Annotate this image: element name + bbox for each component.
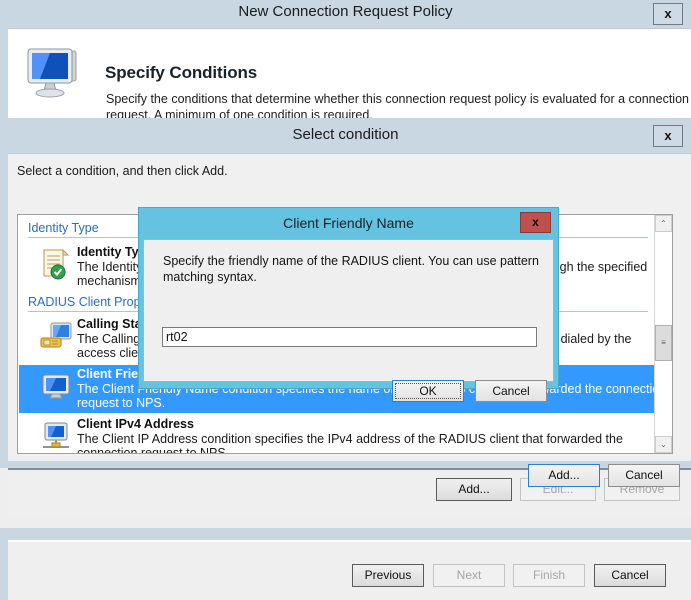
- scroll-down-arrow-icon[interactable]: ⌄: [655, 436, 672, 453]
- list-item[interactable]: Client IPv4 Address The Client IP Addres…: [19, 415, 657, 453]
- client-friendly-name-input[interactable]: [162, 327, 537, 347]
- conditions-add-button[interactable]: Add...: [436, 478, 512, 501]
- select-condition-prompt: Select a condition, and then click Add.: [17, 164, 228, 178]
- listbox-scrollbar[interactable]: ⌃ ≡ ⌄: [654, 215, 672, 453]
- cancel-button[interactable]: Cancel: [594, 564, 666, 587]
- wizard-close-button[interactable]: x: [653, 3, 683, 25]
- select-condition-titlebar: Select condition x: [0, 118, 691, 153]
- cancel-button[interactable]: Cancel: [475, 380, 547, 402]
- finish-button[interactable]: Finish: [513, 564, 585, 587]
- client-friendly-name-title: Client Friendly Name: [283, 215, 414, 231]
- wizard-header: Specify Conditions Specify the condition…: [8, 28, 691, 122]
- select-condition-cancel-button[interactable]: Cancel: [608, 464, 680, 487]
- previous-button[interactable]: Previous: [352, 564, 424, 587]
- client-friendly-name-dialog: Client Friendly Name x Specify the frien…: [138, 207, 559, 402]
- list-item-title: Client IPv4 Address: [77, 417, 194, 431]
- client-friendly-name-close-button[interactable]: x: [520, 212, 551, 233]
- client-friendly-name-body: Specify the friendly name of the RADIUS …: [143, 239, 554, 402]
- computer-monitor-icon: [22, 43, 86, 103]
- calling-station-icon: [39, 320, 73, 352]
- select-condition-close-button[interactable]: x: [653, 125, 683, 147]
- ok-button[interactable]: OK: [392, 380, 464, 402]
- identity-type-icon: [39, 248, 73, 280]
- client-friendly-name-message: Specify the friendly name of the RADIUS …: [163, 254, 539, 284]
- select-condition-add-button[interactable]: Add...: [528, 464, 600, 487]
- scroll-up-arrow-icon[interactable]: ⌃: [655, 215, 672, 232]
- wizard-title: New Connection Request Policy: [238, 3, 453, 20]
- page-title: Specify Conditions: [105, 63, 258, 82]
- client-friendly-name-titlebar: Client Friendly Name x: [139, 208, 558, 239]
- wizard-footer: Previous Next Finish Cancel: [8, 540, 691, 600]
- select-condition-title: Select condition: [292, 126, 399, 143]
- client-ipv4-icon: [39, 420, 73, 452]
- scrollbar-thumb[interactable]: ≡: [655, 325, 672, 361]
- next-button[interactable]: Next: [433, 564, 505, 587]
- wizard-titlebar: New Connection Request Policy x: [0, 0, 691, 28]
- list-item-description: The Client IP Address condition specifie…: [77, 432, 623, 454]
- client-friendly-name-icon: [39, 370, 73, 402]
- screen: New Connection Request Policy x Specify …: [0, 0, 691, 600]
